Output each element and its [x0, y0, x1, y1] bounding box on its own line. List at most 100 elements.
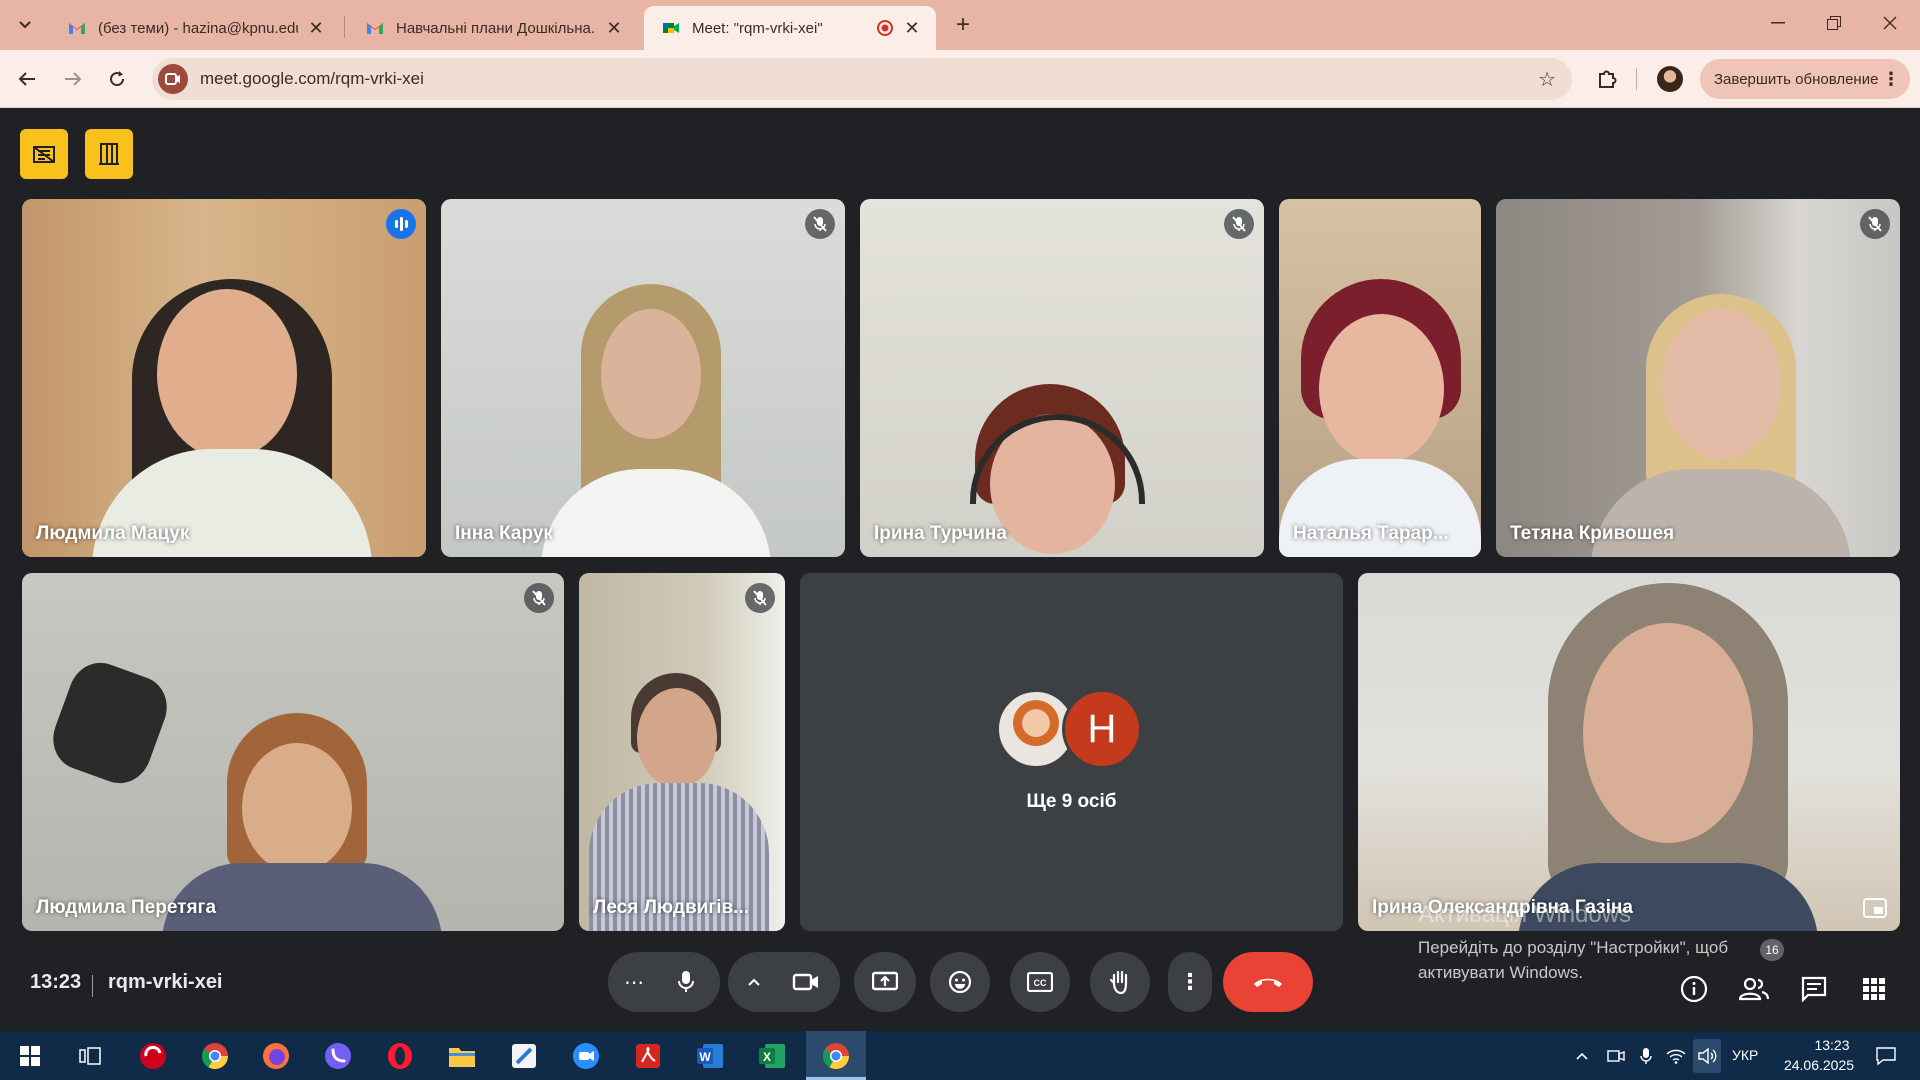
chat-button[interactable] [1796, 971, 1832, 1007]
svg-text:X: X [763, 1050, 771, 1064]
captions-button[interactable]: CC [1010, 952, 1070, 1012]
taskbar-app-opera[interactable] [382, 1039, 418, 1073]
picture-in-picture-icon[interactable] [1860, 895, 1890, 921]
minimize-icon [1771, 22, 1785, 24]
site-info-button[interactable] [158, 64, 188, 94]
chevron-down-icon [19, 21, 31, 29]
task-view-button[interactable] [72, 1039, 108, 1073]
action-center-button[interactable] [1868, 1039, 1904, 1073]
taskbar-app-firefox[interactable] [258, 1039, 294, 1073]
reactions-button[interactable] [930, 952, 990, 1012]
avatar: H [1062, 689, 1142, 769]
participant-tile[interactable]: Інна Карук [441, 199, 845, 557]
forward-button[interactable] [56, 62, 90, 96]
close-window-button[interactable] [1862, 0, 1918, 46]
participant-tile[interactable]: Людмила Перетяга [22, 573, 564, 931]
people-button[interactable] [1736, 971, 1772, 1007]
meeting-details-button[interactable] [1676, 971, 1712, 1007]
reload-icon [110, 71, 125, 87]
restore-button[interactable] [1806, 0, 1862, 46]
close-icon [1883, 16, 1897, 30]
update-button[interactable]: Завершить обновление ⋮ [1700, 59, 1910, 99]
taskbar-app-acrobat[interactable] [630, 1039, 666, 1073]
taskbar-app-zoom[interactable] [568, 1039, 604, 1073]
speaker-icon [1698, 1048, 1717, 1064]
participant-name: Людмила Перетяга [36, 897, 217, 918]
tab-strip: (без теми) - hazina@kpnu.edu.ua ✕ Навчал… [0, 0, 1920, 50]
start-button[interactable] [12, 1039, 48, 1073]
audio-options-button[interactable]: ⋯ [612, 952, 656, 1012]
participant-tile[interactable]: Леся Людвигів... [579, 573, 785, 931]
participant-tile[interactable]: Ірина Турчина [860, 199, 1264, 557]
url-text: meet.google.com/rqm-vrki-xei [200, 69, 424, 88]
input-language[interactable]: УКР [1732, 1047, 1758, 1063]
back-button[interactable] [10, 62, 44, 96]
raise-hand-button[interactable] [1090, 952, 1150, 1012]
present-screen-button[interactable] [854, 952, 916, 1012]
video-options-button[interactable] [732, 952, 776, 1012]
more-options-button[interactable]: ⋮ [1168, 952, 1212, 1012]
raise-hand-icon [1109, 970, 1128, 995]
taskbar-app-chrome-active[interactable] [818, 1039, 854, 1073]
speaking-indicator-icon [386, 209, 416, 239]
new-tab-button[interactable]: + [948, 10, 978, 40]
tab-gmail-plans[interactable]: Навчальні плани Дошкільна. А ✕ [348, 6, 638, 50]
microphone-button[interactable] [656, 952, 716, 1012]
notification-icon [1876, 1047, 1896, 1066]
taskbar-app-explorer[interactable] [444, 1039, 480, 1073]
windows-taskbar: W X УКР 13:23 24.06.2025 [0, 1031, 1920, 1080]
folder-icon [449, 1048, 475, 1067]
participant-name: Ірина Турчина [874, 523, 1007, 544]
activities-button[interactable] [1856, 971, 1892, 1007]
profile-avatar[interactable] [1657, 66, 1683, 92]
bookmark-star-icon[interactable]: ☆ [1538, 67, 1556, 92]
address-bar[interactable]: meet.google.com/rqm-vrki-xei ☆ [152, 58, 1572, 100]
videocam-icon [792, 973, 818, 991]
taskbar-app-notes[interactable] [506, 1039, 542, 1073]
camera-control-group [728, 952, 840, 1012]
taskbar-app-browser[interactable] [135, 1039, 171, 1073]
participant-tile[interactable]: Наталья Тарар... [1279, 199, 1481, 557]
participant-name: Наталья Тарар... [1293, 523, 1449, 544]
tab-close-icon[interactable]: ✕ [902, 18, 922, 39]
muted-mic-icon [1224, 209, 1254, 239]
svg-text:W: W [699, 1050, 711, 1064]
taskbar-app-excel[interactable]: X [754, 1039, 790, 1073]
taskbar-app-word[interactable]: W [692, 1039, 728, 1073]
show-hidden-icons-button[interactable] [1570, 1039, 1594, 1073]
camera-button[interactable] [776, 952, 836, 1012]
tab-title: (без теми) - hazina@kpnu.edu.ua [98, 19, 298, 37]
taskbar-app-viber[interactable] [320, 1039, 356, 1073]
reload-button[interactable] [100, 62, 134, 96]
camera-tray-icon[interactable] [1604, 1039, 1628, 1073]
apps-grid-icon [1863, 978, 1885, 1000]
self-tile[interactable]: Ірина Олександрівна Газіна [1358, 573, 1900, 931]
pdf-icon [636, 1044, 660, 1068]
mic-tray-icon[interactable] [1634, 1039, 1658, 1073]
viber-icon [325, 1043, 351, 1069]
tab-title: Meet: "rqm-vrki-xei" [692, 19, 823, 37]
participant-name: Людмила Мацук [36, 523, 190, 544]
tab-close-icon[interactable]: ✕ [604, 18, 624, 39]
participant-tile[interactable]: Людмила Мацук [22, 199, 426, 557]
tab-search-button[interactable] [8, 10, 42, 40]
participant-tile[interactable]: Тетяна Кривошея [1496, 199, 1900, 557]
excel-icon: X [759, 1044, 785, 1068]
tray-date[interactable]: 24.06.2025 [1774, 1057, 1864, 1073]
taskbar-app-chrome[interactable] [197, 1039, 233, 1073]
leave-call-button[interactable] [1223, 952, 1313, 1012]
minimize-button[interactable] [1750, 0, 1806, 46]
tab-gmail-inbox[interactable]: (без теми) - hazina@kpnu.edu.ua ✕ [50, 6, 340, 50]
tray-time[interactable]: 13:23 [1792, 1037, 1872, 1053]
volume-tray-icon[interactable] [1693, 1039, 1721, 1073]
extensions-button[interactable] [1590, 62, 1624, 96]
extension-camera-off-button[interactable] [20, 129, 68, 179]
network-tray-icon[interactable] [1664, 1039, 1688, 1073]
tab-close-icon[interactable]: ✕ [306, 18, 326, 39]
extension-layout-button[interactable] [85, 129, 133, 179]
people-count-badge: 16 [1760, 939, 1784, 961]
windows-logo-icon [20, 1046, 40, 1066]
tab-meet[interactable]: Meet: "rqm-vrki-xei" ✕ [644, 6, 936, 50]
muted-mic-icon [524, 583, 554, 613]
others-tile[interactable]: H Ще 9 осіб [800, 573, 1343, 931]
